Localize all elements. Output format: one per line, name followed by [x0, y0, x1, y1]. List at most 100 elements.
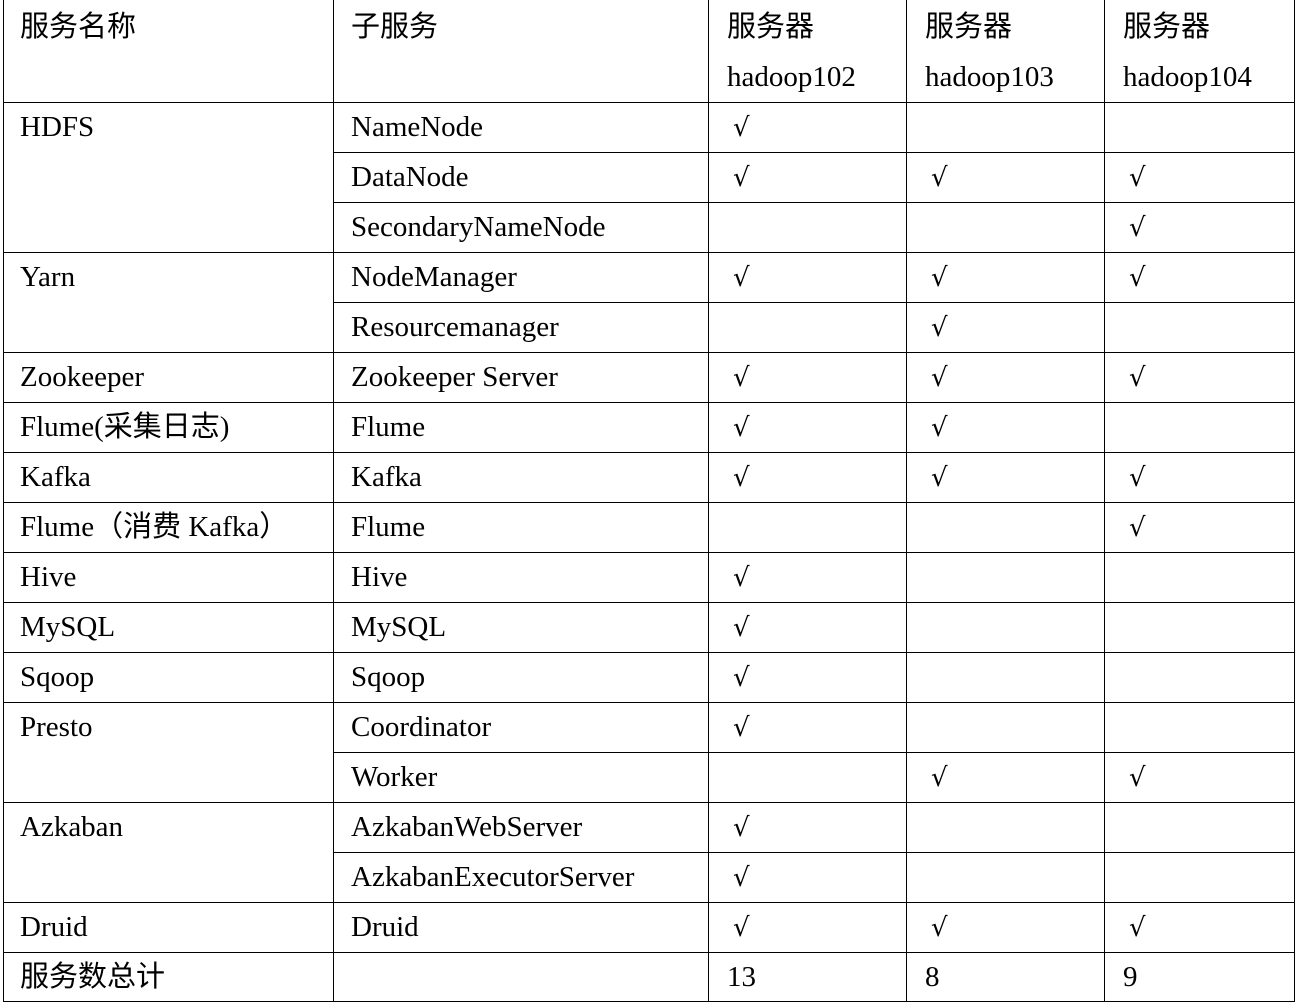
server-deploy-cell [1104, 602, 1295, 653]
service-name-cell: Sqoop [3, 652, 334, 703]
server-deploy-cell: √ [708, 852, 907, 903]
server-deploy-cell [906, 552, 1105, 603]
server-deploy-cell: √ [708, 902, 907, 953]
check-mark-icon: √ [1129, 363, 1146, 393]
service-name-cell: Hive [3, 552, 334, 603]
check-mark-icon: √ [733, 613, 750, 643]
check-mark-icon: √ [1129, 463, 1146, 493]
table-row: Sqoop Sqoop √ [3, 652, 1295, 703]
check-mark-icon: √ [733, 113, 750, 143]
header-row: 服务名称 子服务 服务器 hadoop102 服务器 hadoop103 服务器… [3, 0, 1295, 103]
check-mark-icon: √ [1129, 763, 1146, 793]
sub-service-cell: AzkabanWebServer [333, 802, 709, 853]
check-mark-icon: √ [1129, 163, 1146, 193]
server-deploy-cell: √ [708, 102, 907, 153]
server-deploy-cell: √ [906, 302, 1105, 353]
table-row: Flume（消费 Kafka） Flume √ [3, 502, 1295, 553]
server-deploy-cell: √ [708, 352, 907, 403]
check-mark-icon: √ [931, 413, 948, 443]
check-mark-icon: √ [1129, 513, 1146, 543]
check-mark-icon: √ [1129, 263, 1146, 293]
sub-service-cell: MySQL [333, 602, 709, 653]
server-deploy-cell: √ [1104, 352, 1295, 403]
check-mark-icon: √ [733, 563, 750, 593]
check-mark-icon: √ [733, 263, 750, 293]
header-server-hadoop102: 服务器 hadoop102 [708, 0, 907, 103]
sub-service-cell: Coordinator [333, 702, 709, 753]
sub-service-cell: Zookeeper Server [333, 352, 709, 403]
server-deploy-cell: √ [708, 652, 907, 703]
server-deploy-cell: √ [1104, 202, 1295, 253]
service-name-cell: Presto [3, 702, 334, 803]
sub-service-cell: NodeManager [333, 252, 709, 303]
server-deploy-cell [906, 602, 1105, 653]
header-sub-service: 子服务 [333, 0, 709, 103]
server-deploy-cell [1104, 702, 1295, 753]
server-deploy-cell: √ [708, 252, 907, 303]
check-mark-icon: √ [931, 913, 948, 943]
service-name-cell: Yarn [3, 252, 334, 353]
server-deploy-cell [906, 802, 1105, 853]
server-deploy-cell [906, 102, 1105, 153]
check-mark-icon: √ [733, 713, 750, 743]
table-row: Flume(采集日志) Flume √ √ [3, 402, 1295, 453]
server-deploy-cell [906, 502, 1105, 553]
server-deploy-cell [1104, 802, 1295, 853]
check-mark-icon: √ [931, 263, 948, 293]
server-deploy-cell: √ [906, 402, 1105, 453]
server-deploy-cell: √ [906, 452, 1105, 503]
header-server-hadoop103: 服务器 hadoop103 [906, 0, 1105, 103]
sub-service-cell: Kafka [333, 452, 709, 503]
total-count-cell: 8 [906, 952, 1105, 1002]
sub-service-cell: Sqoop [333, 652, 709, 703]
sub-service-cell: Resourcemanager [333, 302, 709, 353]
check-mark-icon: √ [931, 363, 948, 393]
sub-service-cell: DataNode [333, 152, 709, 203]
check-mark-icon: √ [733, 163, 750, 193]
check-mark-icon: √ [1129, 213, 1146, 243]
check-mark-icon: √ [931, 763, 948, 793]
server-deploy-cell: √ [1104, 902, 1295, 953]
server-deploy-cell: √ [906, 752, 1105, 803]
check-mark-icon: √ [733, 863, 750, 893]
server-deploy-cell: √ [708, 702, 907, 753]
total-count-cell: 13 [708, 952, 907, 1002]
service-name-cell: Kafka [3, 452, 334, 503]
server-deploy-cell: √ [708, 452, 907, 503]
table-row: Yarn NodeManager √ √ √ [3, 252, 1295, 353]
table-row: Presto Coordinator √ [3, 702, 1295, 803]
check-mark-icon: √ [733, 463, 750, 493]
check-mark-icon: √ [733, 413, 750, 443]
header-server-hadoop104: 服务器 hadoop104 [1104, 0, 1295, 103]
server-deploy-cell: √ [906, 252, 1105, 303]
server-deploy-cell [708, 502, 907, 553]
service-name-cell: Azkaban [3, 802, 334, 903]
header-server-host: hadoop103 [925, 61, 1054, 93]
service-name-cell: Flume(采集日志) [3, 402, 334, 453]
table-row: Zookeeper Zookeeper Server √ √ √ [3, 352, 1295, 403]
table-row: Azkaban AzkabanWebServer √ [3, 802, 1295, 903]
service-name-cell: MySQL [3, 602, 334, 653]
server-deploy-cell: √ [906, 352, 1105, 403]
service-name-cell: Druid [3, 902, 334, 953]
service-name-cell: Flume（消费 Kafka） [3, 502, 334, 553]
table-body: 服务名称 子服务 服务器 hadoop102 服务器 hadoop103 服务器… [3, 0, 1295, 1002]
sub-service-cell: Hive [333, 552, 709, 603]
server-deploy-cell: √ [906, 902, 1105, 953]
total-label: 服务数总计 [3, 952, 334, 1002]
server-deploy-cell [1104, 852, 1295, 903]
header-server-host: hadoop104 [1123, 61, 1252, 93]
check-mark-icon: √ [931, 163, 948, 193]
header-server-label: 服务器 [1123, 11, 1211, 43]
sub-service-cell: AzkabanExecutorServer [333, 852, 709, 903]
table-row: Hive Hive √ [3, 552, 1295, 603]
check-mark-icon: √ [931, 463, 948, 493]
server-deploy-cell: √ [1104, 502, 1295, 553]
server-deploy-cell: √ [1104, 752, 1295, 803]
server-deploy-cell [1104, 302, 1295, 353]
server-deploy-cell [708, 302, 907, 353]
server-deploy-cell: √ [1104, 152, 1295, 203]
service-deployment-table: 服务名称 子服务 服务器 hadoop102 服务器 hadoop103 服务器… [3, 0, 1295, 1002]
table-row: MySQL MySQL √ [3, 602, 1295, 653]
header-server-label: 服务器 [727, 11, 815, 43]
